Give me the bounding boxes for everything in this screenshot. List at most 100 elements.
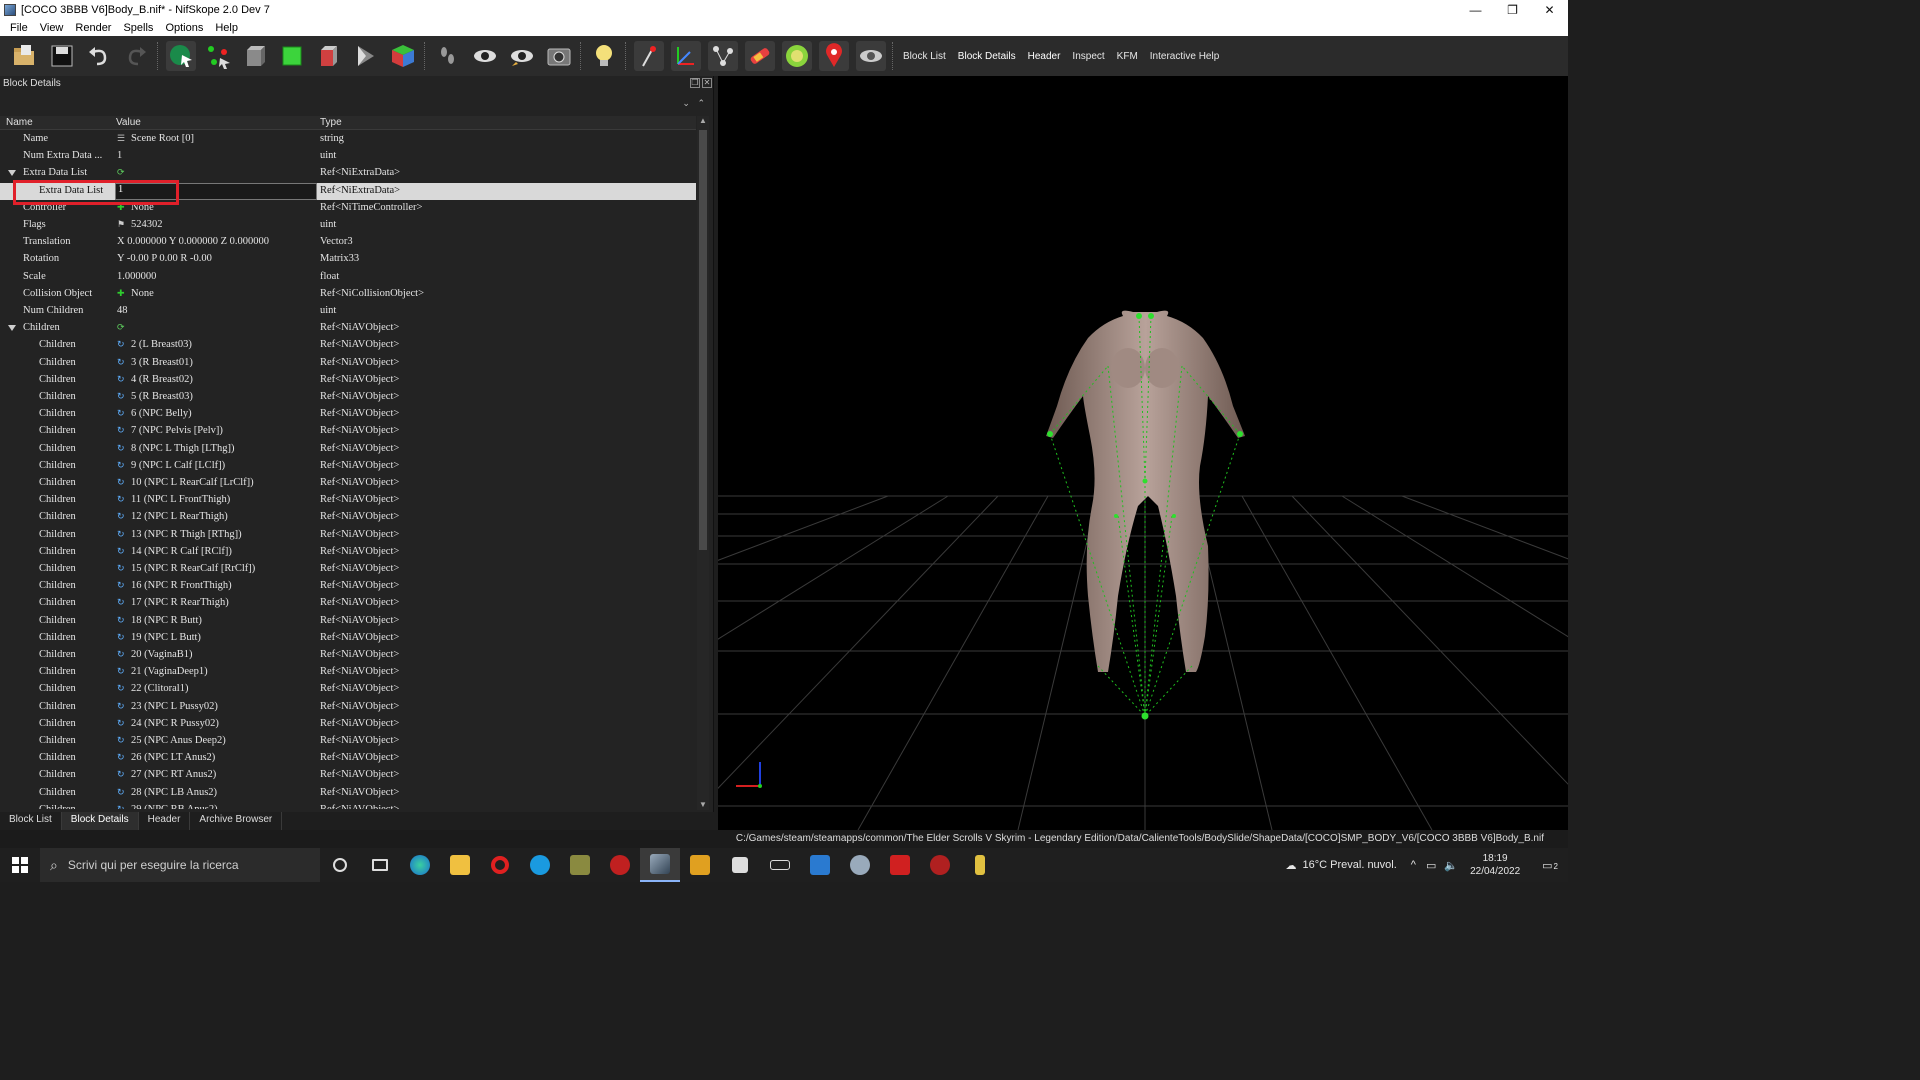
cortana-icon[interactable] <box>320 848 360 882</box>
column-header-name[interactable]: Name <box>6 117 33 128</box>
property-value[interactable]: ☰ Scene Root [0] <box>117 133 194 144</box>
network-icon[interactable]: ▭ <box>1426 859 1436 872</box>
property-row[interactable]: Children ↻ 24 (NPC R Pussy02) Ref<NiAVObjec… <box>0 716 696 733</box>
taskbar-app-icon[interactable] <box>960 848 1000 882</box>
scroll-up-icon[interactable]: ▲ <box>698 116 708 126</box>
windows-start-icon[interactable] <box>0 848 40 882</box>
property-row[interactable]: Children ↻ 22 (Clitoral1) Ref<NiAVObject> <box>0 681 696 698</box>
volume-icon[interactable]: 🔈 <box>1444 859 1458 872</box>
property-row[interactable]: Children ↻ 25 (NPC Anus Deep2) Ref<NiAVObje… <box>0 733 696 750</box>
property-value[interactable]: ↻ 23 (NPC L Pussy02) <box>117 701 218 712</box>
toolbar-tab-interactive-help[interactable]: Interactive Help <box>1144 51 1225 62</box>
menu-options[interactable]: Options <box>159 22 209 34</box>
property-row[interactable]: Children ↻ 20 (VaginaB1) Ref<NiAVObject> <box>0 647 696 664</box>
property-row[interactable]: Children ↻ 13 (NPC R Thigh [RThg]) Ref<NiAV… <box>0 527 696 544</box>
property-row[interactable]: Children ↻ 4 (R Breast02) Ref<NiAVObject> <box>0 372 696 389</box>
view-top-icon[interactable] <box>240 41 270 71</box>
menu-help[interactable]: Help <box>209 22 244 34</box>
property-row[interactable]: Children ↻ 2 (L Breast03) Ref<NiAVObject> <box>0 337 696 354</box>
property-value[interactable]: ↻ 3 (R Breast01) <box>117 357 193 368</box>
property-row[interactable]: Children ↻ 18 (NPC R Butt) Ref<NiAVObject> <box>0 613 696 630</box>
view-front-icon[interactable] <box>277 41 307 71</box>
property-value[interactable]: ⚑ 524302 <box>117 219 163 230</box>
scrollbar-thumb[interactable] <box>699 130 707 550</box>
property-row[interactable]: Children ↻ 8 (NPC L Thigh [LThg]) Ref<NiAVO… <box>0 441 696 458</box>
edge-icon[interactable] <box>400 848 440 882</box>
property-value[interactable]: ↻ 6 (NPC Belly) <box>117 408 192 419</box>
property-row[interactable]: Children ↻ 26 (NPC LT Anus2) Ref<NiAVObject… <box>0 750 696 767</box>
tab-block-list[interactable]: Block List <box>0 812 62 830</box>
nifskope-taskbar-icon[interactable] <box>640 848 680 882</box>
expand-all-icon[interactable]: ⌃ <box>697 98 705 108</box>
property-value[interactable]: ↻ 28 (NPC LB Anus2) <box>117 787 217 798</box>
property-value[interactable]: ↻ 29 (NPC RB Anus2) <box>117 804 218 809</box>
redo-icon[interactable] <box>121 41 151 71</box>
property-row[interactable]: Num Extra Data ... 1 uint <box>0 148 696 165</box>
property-value[interactable]: ↻ 10 (NPC L RearCalf [LrClf]) <box>117 477 254 488</box>
lighting-bulb-icon[interactable] <box>589 41 619 71</box>
view-user-icon[interactable] <box>351 41 381 71</box>
property-row[interactable]: Name ☰ Scene Root [0] string <box>0 131 696 148</box>
menu-spells[interactable]: Spells <box>117 22 159 34</box>
property-value[interactable]: ↻ 13 (NPC R Thigh [RThg]) <box>117 529 242 540</box>
column-header-value[interactable]: Value <box>116 117 141 128</box>
toolbar-tab-kfm[interactable]: KFM <box>1111 51 1144 62</box>
taskbar-app-icon[interactable] <box>680 848 720 882</box>
property-value[interactable]: 1.000000 <box>117 271 156 282</box>
property-value[interactable]: ↻ 26 (NPC LT Anus2) <box>117 752 215 763</box>
property-row[interactable]: Children ⟳ Ref<NiAVObject> <box>0 320 696 337</box>
screenshot-icon[interactable] <box>544 41 574 71</box>
close-button[interactable]: ✕ <box>1531 0 1568 19</box>
property-value[interactable]: ↻ 25 (NPC Anus Deep2) <box>117 735 226 746</box>
select-object-icon[interactable] <box>165 41 196 71</box>
property-value[interactable]: ↻ 11 (NPC L FrontThigh) <box>117 494 230 505</box>
toolbar-tab-inspect[interactable]: Inspect <box>1066 51 1110 62</box>
property-row[interactable]: Children ↻ 3 (R Breast01) Ref<NiAVObject> <box>0 355 696 372</box>
property-value[interactable]: ↻ 22 (Clitoral1) <box>117 683 188 694</box>
column-header-type[interactable]: Type <box>320 117 342 128</box>
property-value[interactable]: X 0.000000 Y 0.000000 Z 0.000000 <box>117 236 269 247</box>
taskbar-app-icon[interactable] <box>920 848 960 882</box>
property-value[interactable]: ↻ 20 (VaginaB1) <box>117 649 193 660</box>
property-value[interactable]: ↻ 7 (NPC Pelvis [Pelv]) <box>117 425 223 436</box>
undo-icon[interactable] <box>84 41 114 71</box>
property-row[interactable]: Scale 1.000000 float <box>0 269 696 286</box>
property-value[interactable]: ↻ 19 (NPC L Butt) <box>117 632 201 643</box>
property-row[interactable]: Children ↻ 6 (NPC Belly) Ref<NiAVObject> <box>0 406 696 423</box>
property-row[interactable]: Children ↻ 11 (NPC L FrontThigh) Ref<NiAVOb… <box>0 492 696 509</box>
menu-file[interactable]: File <box>4 22 34 34</box>
property-row[interactable]: Children ↻ 28 (NPC LB Anus2) Ref<NiAVObject… <box>0 785 696 802</box>
property-value[interactable]: ↻ 12 (NPC L RearThigh) <box>117 511 228 522</box>
property-value[interactable]: ↻ 4 (R Breast02) <box>117 374 193 385</box>
weather-icon[interactable]: ☁ <box>1286 859 1297 872</box>
close-panel-icon[interactable]: ✕ <box>702 78 712 88</box>
weather-text[interactable]: 16°C Preval. nuvol. <box>1303 859 1397 871</box>
property-row[interactable]: Children ↻ 29 (NPC RB Anus2) Ref<NiAVObject… <box>0 802 696 809</box>
render-viewport[interactable] <box>718 76 1568 830</box>
tab-archive-browser[interactable]: Archive Browser <box>190 812 283 830</box>
property-row[interactable]: Children ↻ 21 (VaginaDeep1) Ref<NiAVObject> <box>0 664 696 681</box>
show-skeleton-icon[interactable] <box>707 41 738 71</box>
property-value[interactable]: ↻ 24 (NPC R Pussy02) <box>117 718 219 729</box>
property-value[interactable]: 48 <box>117 305 128 316</box>
scroll-down-icon[interactable]: ▼ <box>698 800 708 810</box>
property-row[interactable]: Children ↻ 19 (NPC L Butt) Ref<NiAVObject> <box>0 630 696 647</box>
property-value[interactable]: ↻ 18 (NPC R Butt) <box>117 615 202 626</box>
steam-icon[interactable] <box>840 848 880 882</box>
maximize-button[interactable]: ❐ <box>1494 0 1531 19</box>
show-havok-icon[interactable] <box>744 41 775 71</box>
property-row[interactable]: Children ↻ 12 (NPC L RearThigh) Ref<NiAVObj… <box>0 509 696 526</box>
collapse-all-icon[interactable]: ⌄ <box>682 98 690 108</box>
property-row[interactable]: Children ↻ 14 (NPC R Calf [RClf]) Ref<NiAVO… <box>0 544 696 561</box>
show-constraints-icon[interactable] <box>781 41 812 71</box>
select-vertex-icon[interactable] <box>203 41 233 71</box>
property-row[interactable]: Rotation Y -0.00 P 0.00 R -0.00 Matrix33 <box>0 251 696 268</box>
vertical-scrollbar[interactable]: ▲ ▼ <box>697 116 709 810</box>
view-side-icon[interactable] <box>314 41 344 71</box>
show-axes-icon[interactable] <box>633 41 664 71</box>
toolbar-tab-block-details[interactable]: Block Details <box>952 51 1022 62</box>
property-value[interactable]: ⟳ <box>117 322 131 333</box>
menu-view[interactable]: View <box>34 22 70 34</box>
clock[interactable]: 18:19 22/04/2022 <box>1458 852 1532 878</box>
show-hidden-geometry-icon[interactable] <box>855 41 886 71</box>
